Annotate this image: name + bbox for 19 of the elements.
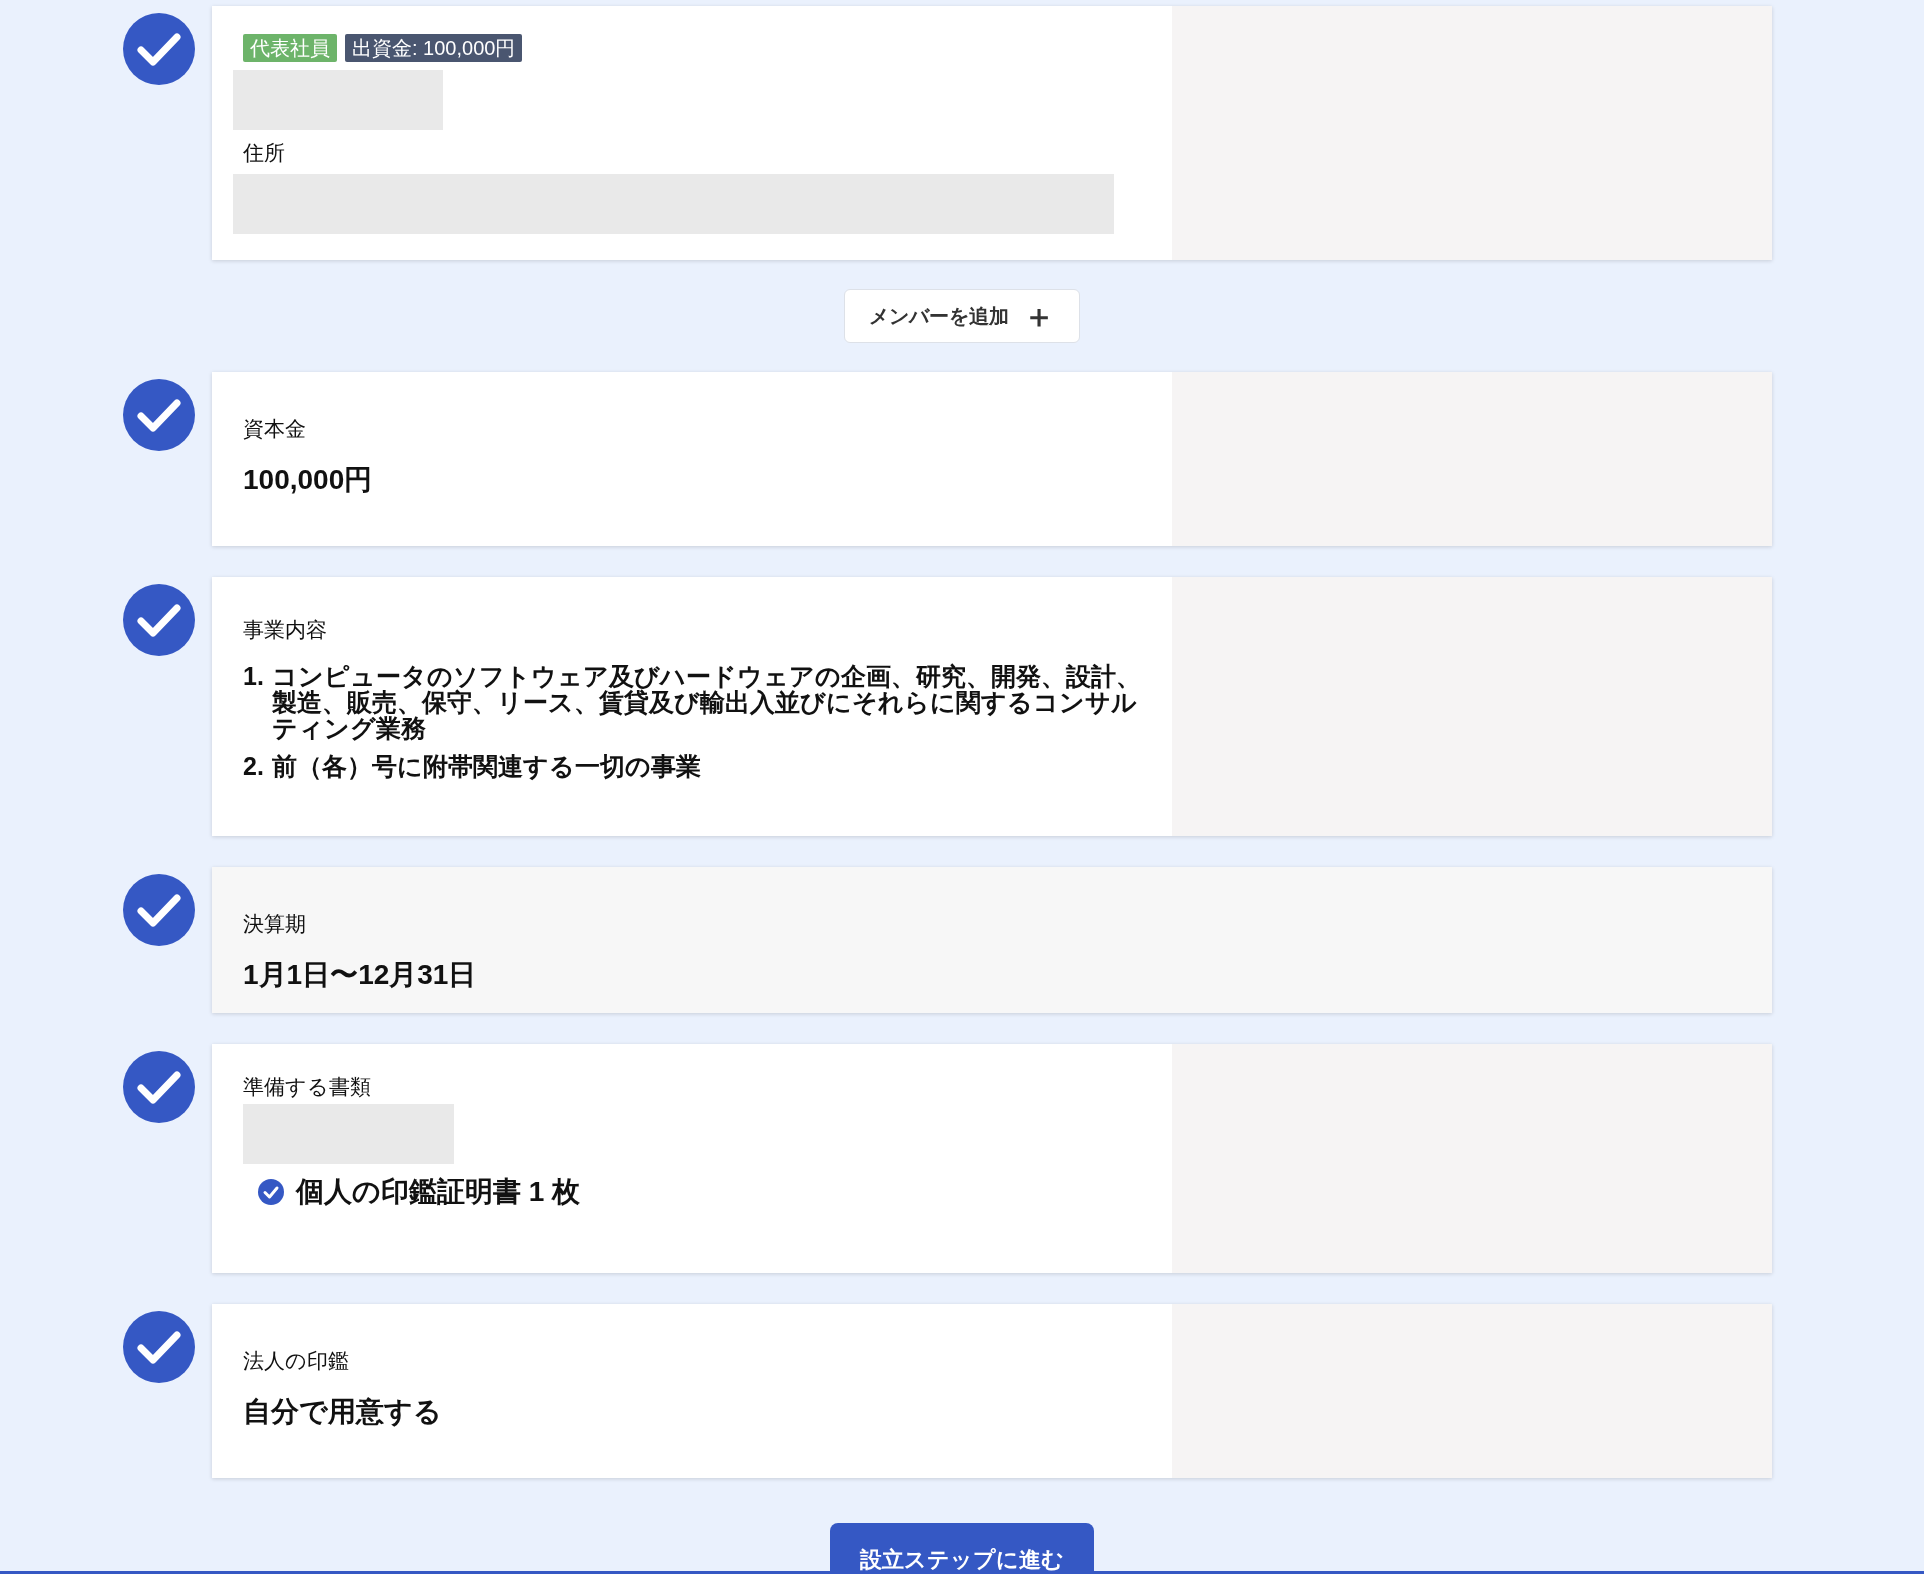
field-label: 住所 — [243, 140, 286, 166]
field-value: 自分で用意する — [243, 1395, 443, 1429]
list-item-text: 前（各）号に附帯関連する一切の事業 — [271, 753, 701, 779]
field-value: 100,000円 — [243, 463, 374, 497]
field-value: 1月1日〜12月31日 — [243, 958, 478, 992]
field-label: 資本金 — [243, 416, 307, 442]
field-label: 準備する書類 — [243, 1074, 372, 1100]
list-number: 1. — [243, 663, 264, 692]
proceed-button[interactable]: 設立ステップに進む — [830, 1523, 1094, 1571]
document-item: 個人の印鑑証明書 1 枚 — [296, 1175, 581, 1209]
field-label: 決算期 — [243, 911, 307, 937]
field-label: 事業内容 — [243, 617, 328, 643]
tag: 出資金: 100,000円 — [345, 34, 523, 62]
add-member-button[interactable]: メンバーを追加 ＋ — [844, 289, 1080, 343]
list-number: 2. — [243, 753, 264, 779]
list-item-text: コンピュータのソフトウェア及びハードウェアの企画、研究、開発、設計、製造、販売、保守、リース、賃貸及び輸出入並びにそれらに関するコンサルティング業務 — [271, 663, 1142, 741]
plus-icon: ＋ — [1023, 300, 1055, 332]
tag: 代表社員 — [243, 34, 337, 62]
field-label: 法人の印鑑 — [243, 1348, 350, 1374]
